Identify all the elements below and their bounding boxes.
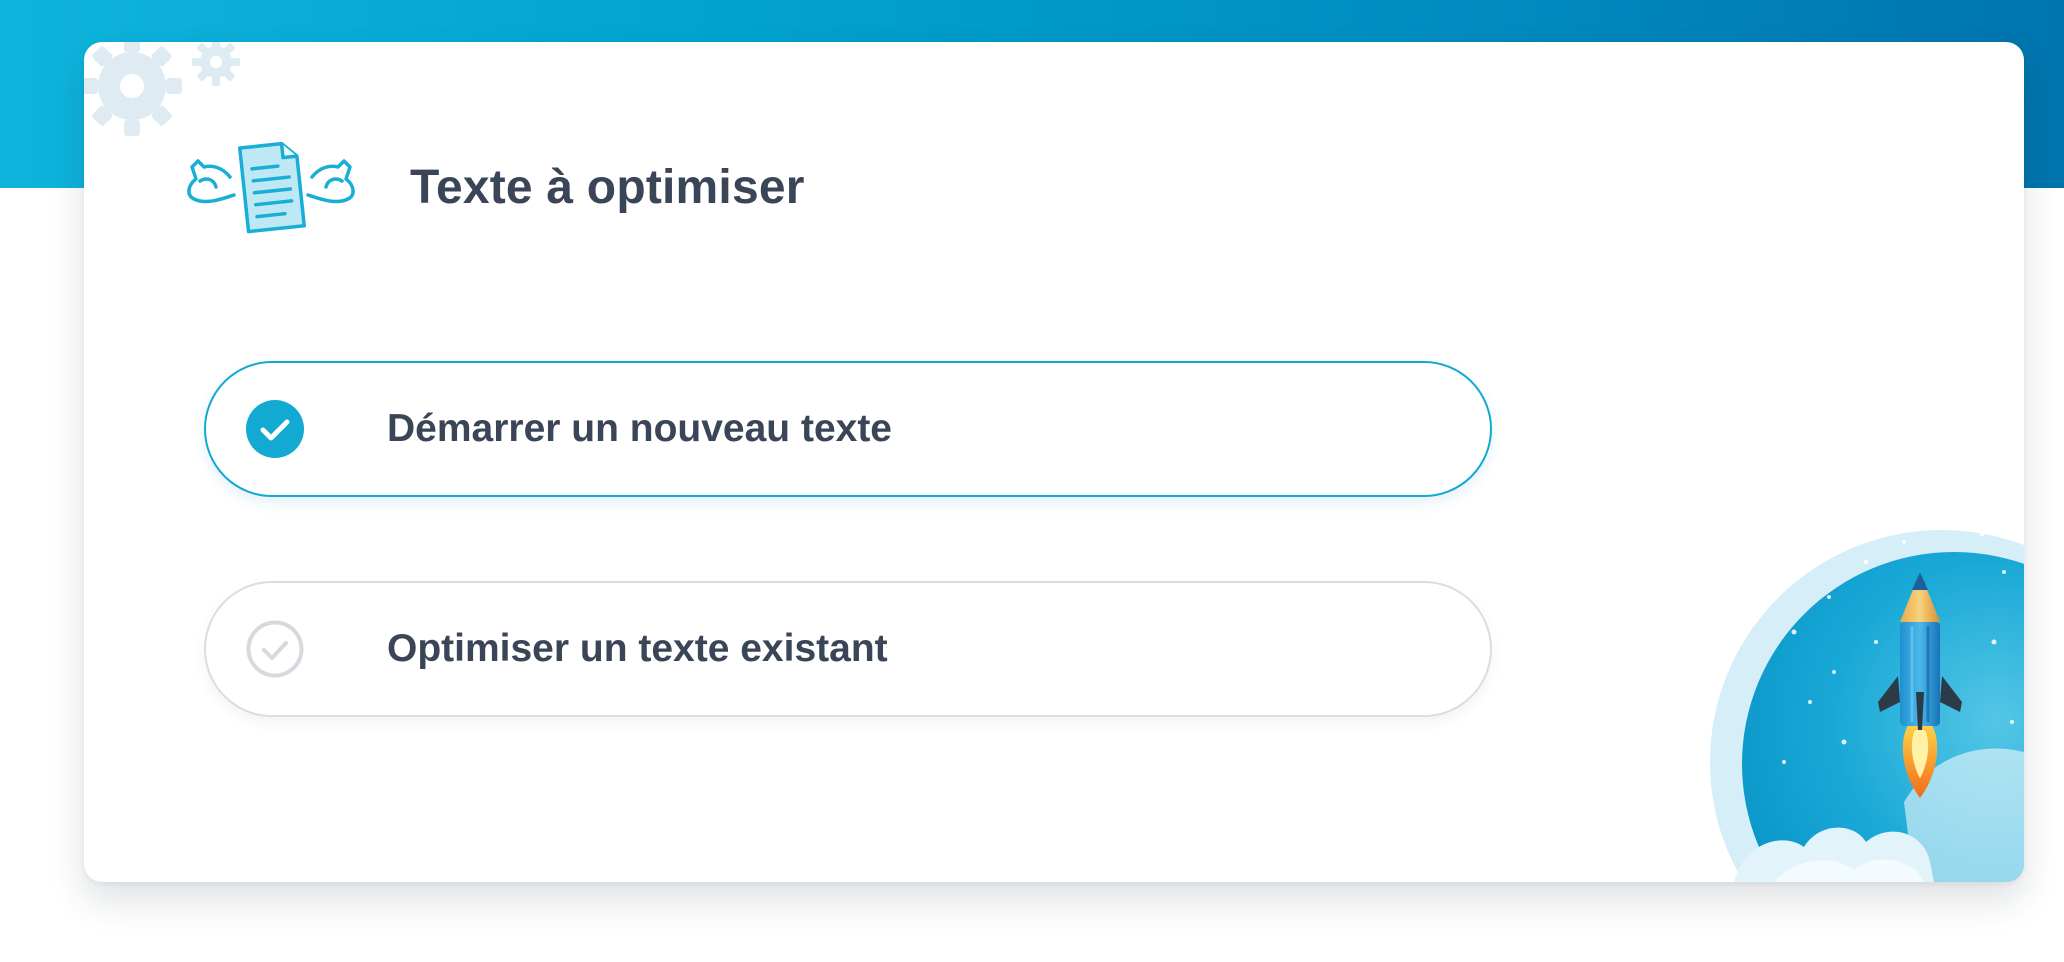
option-label: Démarrer un nouveau texte [387, 407, 893, 450]
page-title: Texte à optimiser [410, 160, 805, 214]
option-existing-text[interactable]: Optimiser un texte existant [204, 581, 1492, 717]
check-circle-filled-icon [246, 400, 304, 458]
pencil-rocket-illustration [1710, 530, 2024, 882]
option-label: Optimiser un texte existant [387, 627, 888, 670]
title-row: Texte à optimiser [182, 137, 805, 237]
option-new-text[interactable]: Démarrer un nouveau texte [204, 361, 1492, 497]
option-card: Texte à optimiser Démarrer un nouveau te… [84, 42, 2024, 882]
check-circle-outline-icon [246, 620, 304, 678]
muscle-document-icon [187, 141, 355, 234]
